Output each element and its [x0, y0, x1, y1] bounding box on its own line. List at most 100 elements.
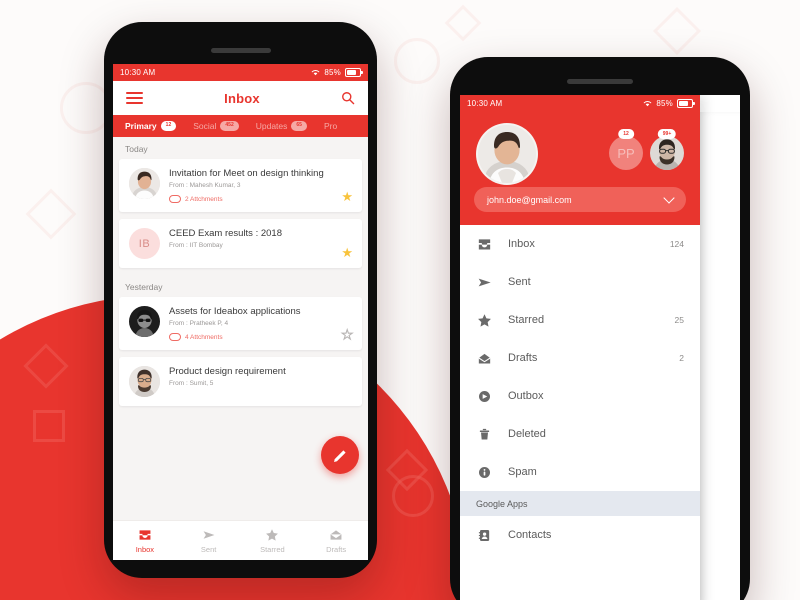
inbox-icon — [476, 237, 492, 252]
drawer-item-label: Inbox — [508, 238, 535, 250]
avatar-photo — [129, 366, 160, 397]
chevron-down-icon[interactable] — [663, 192, 675, 204]
tab-updates[interactable]: Updates 65 — [256, 121, 307, 131]
drafts-envelope-icon — [330, 530, 342, 540]
navigation-drawer: 10:30 AM 85% 12 PP 99+ john.doe@gmail.co… — [460, 95, 700, 600]
status-bar: 10:30 AM 85% — [113, 64, 368, 81]
status-time: 10:30 AM — [120, 68, 156, 77]
send-icon — [203, 531, 215, 539]
drawer-item-inbox[interactable]: Inbox 124 — [460, 225, 700, 263]
drawer-item-deleted[interactable]: Deleted — [460, 415, 700, 453]
avatar — [129, 366, 160, 397]
page-title: Inbox — [224, 90, 260, 106]
mail-subject: CEED Exam results : 2018 — [169, 228, 282, 239]
mail-list[interactable]: Today Invitation for Meet on design thin… — [113, 137, 368, 520]
tab-label: Updates — [255, 121, 288, 131]
tab-primary[interactable]: Primary 12 — [125, 121, 177, 131]
star-icon[interactable]: ★ — [341, 246, 353, 259]
drawer-item-drafts[interactable]: Drafts 2 — [460, 339, 700, 377]
battery-percent: 85% — [656, 99, 673, 108]
search-icon[interactable] — [341, 91, 355, 105]
account-avatar-photo[interactable]: 99+ — [650, 129, 684, 170]
compose-pencil-icon — [333, 449, 346, 462]
bottom-nav-label: Inbox — [135, 545, 155, 554]
avatar — [129, 306, 160, 337]
mail-list-item[interactable]: Invitation for Meet on design thinking F… — [119, 159, 362, 212]
contacts-icon — [476, 528, 492, 543]
content-behind-drawer — [698, 112, 740, 600]
mail-list-item[interactable]: Product design requirement From : Sumit,… — [119, 357, 362, 406]
decor-diamond-3 — [444, 4, 482, 42]
bottom-navigation[interactable]: Inbox Sent Starred Drafts — [113, 520, 368, 560]
bottom-nav-label: Starred — [260, 545, 285, 554]
tab-badge: 12 — [160, 121, 177, 131]
decor-diamond-1 — [25, 188, 77, 240]
phone-right: 10:30 AM 85% 12 PP 99+ john.doe@gmail.co… — [450, 57, 750, 600]
mail-subject: Assets for Ideabox applications — [169, 306, 301, 317]
account-selector[interactable]: john.doe@gmail.com — [474, 187, 686, 212]
bottom-nav-drafts[interactable]: Drafts — [304, 521, 368, 560]
drawer-header: 10:30 AM 85% 12 PP 99+ john.doe@gmail.co… — [460, 95, 700, 225]
star-icon — [266, 529, 279, 541]
inbox-icon — [139, 530, 151, 540]
attachment-info: 4 Attchments — [169, 333, 352, 341]
drawer-item-contacts[interactable]: Contacts — [460, 516, 700, 554]
wifi-icon — [644, 101, 652, 107]
drawer-item-label: Drafts — [508, 352, 538, 364]
drawer-menu[interactable]: Inbox 124 Sent Starred 25 Drafts 2 Outbo… — [460, 225, 700, 600]
tab-label: Pro — [323, 121, 338, 131]
info-icon — [476, 465, 492, 480]
star-icon — [476, 313, 492, 328]
bottom-nav-label: Sent — [200, 545, 217, 554]
battery-percent: 85% — [324, 68, 341, 77]
trash-icon — [476, 427, 492, 442]
drawer-item-starred[interactable]: Starred 25 — [460, 301, 700, 339]
tab-social[interactable]: Social 452 — [193, 121, 239, 131]
mail-subject: Product design requirement — [169, 366, 286, 377]
left-screen: 10:30 AM 85% Inbox Primary 12 Social 452… — [113, 64, 368, 560]
account-email: john.doe@gmail.com — [487, 194, 572, 205]
bottom-nav-inbox[interactable]: Inbox — [113, 521, 177, 560]
send-icon — [476, 275, 492, 290]
phone-speaker — [567, 79, 633, 84]
compose-button[interactable] — [321, 436, 359, 474]
mail-list-item[interactable]: IB CEED Exam results : 2018 From : IIT B… — [119, 219, 362, 268]
bottom-nav-starred[interactable]: Starred — [241, 521, 305, 560]
avatar-initials: IB — [138, 237, 151, 250]
mail-list-item[interactable]: Assets for Ideabox applications From : P… — [119, 297, 362, 350]
hamburger-icon[interactable] — [126, 92, 143, 104]
day-label-today: Today — [125, 144, 148, 154]
phone-left: 10:30 AM 85% Inbox Primary 12 Social 452… — [104, 22, 377, 578]
drawer-item-label: Contacts — [508, 529, 552, 541]
bottom-nav-sent[interactable]: Sent — [177, 521, 241, 560]
status-time: 10:30 AM — [467, 99, 503, 108]
status-bar: 10:30 AM 85% — [460, 95, 700, 112]
account-badge: 12 — [618, 129, 634, 139]
drawer-item-outbox[interactable]: Outbox — [460, 377, 700, 415]
phone-speaker — [210, 48, 271, 53]
star-icon[interactable]: ★ — [341, 327, 354, 341]
mail-subject: Invitation for Meet on design thinking — [169, 168, 324, 179]
drawer-item-count: 2 — [679, 353, 684, 363]
avatar — [129, 168, 160, 199]
star-icon[interactable]: ★ — [341, 190, 353, 203]
category-tabs[interactable]: Primary 12 Social 452 Updates 65 Pro — [113, 115, 368, 137]
decor-ring-2 — [394, 38, 440, 84]
avatar-photo — [129, 168, 160, 199]
drawer-item-sent[interactable]: Sent — [460, 263, 700, 301]
wifi-icon — [312, 70, 320, 76]
attachment-count: 4 Attchments — [185, 333, 223, 341]
tab-promotions[interactable]: Pro — [324, 121, 337, 131]
attachment-info: 2 Attchments — [169, 195, 352, 203]
drawer-item-spam[interactable]: Spam — [460, 453, 700, 491]
drawer-item-count: 124 — [669, 239, 684, 249]
decor-ring-3 — [392, 475, 434, 517]
drawer-item-label: Outbox — [508, 390, 544, 402]
tab-label: Social — [193, 121, 217, 131]
avatar-photo — [129, 306, 160, 337]
drawer-item-label: Starred — [508, 314, 545, 326]
account-avatar-initials[interactable]: 12 PP — [609, 129, 643, 170]
account-photo — [650, 136, 684, 170]
avatar-photo — [650, 136, 684, 170]
avatar[interactable] — [476, 123, 538, 185]
